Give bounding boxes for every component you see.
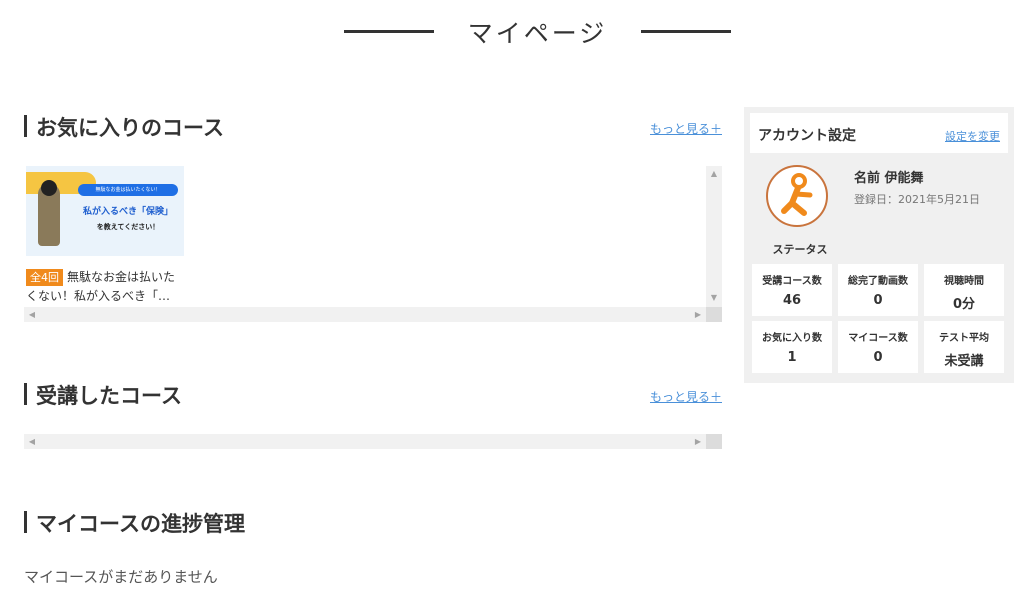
status-label: ステータス (772, 243, 828, 256)
progress-title: マイコースの進捗管理 (36, 512, 245, 536)
stat-label: マイコース数 (848, 333, 908, 344)
profile-block: ステータス 名前 伊能舞 登録日：2021年5月21日 (750, 153, 1008, 257)
section-marker (24, 115, 27, 137)
stat-label: テスト平均 (939, 333, 989, 344)
registration-date: 登録日：2021年5月21日 (854, 193, 980, 206)
course-card[interactable]: 無駄なお金は払いたくない！ 私が入るべき「保険」 を教えてください！ 全4回 無駄… (26, 166, 184, 306)
header-decoration-left (344, 30, 434, 33)
section-marker (24, 511, 27, 533)
favorites-header: お気に入りのコース もっと見る＋ (24, 112, 722, 142)
taken-scroll-area[interactable]: ◀ ▶ (24, 434, 722, 449)
stat-value: 1 (787, 350, 797, 365)
thumbnail-caption-pill: 無駄なお金は払いたくない！ (78, 184, 178, 196)
scrollbar-corner (706, 307, 722, 322)
scroll-left-arrow-icon[interactable]: ◀ (24, 434, 40, 449)
stat-favorites: お気に入り数 1 (752, 321, 832, 373)
horizontal-scrollbar[interactable]: ◀ ▶ (24, 434, 706, 449)
page-title: マイページ (467, 19, 608, 48)
scroll-left-arrow-icon[interactable]: ◀ (24, 307, 40, 322)
scroll-down-arrow-icon[interactable]: ▼ (706, 290, 722, 305)
section-marker (24, 383, 27, 405)
favorites-more-link[interactable]: もっと見る＋ (650, 120, 722, 137)
progress-header: マイコースの進捗管理 (24, 508, 722, 538)
account-panel-header: アカウント設定 設定を変更 (750, 113, 1008, 153)
taken-more-link[interactable]: もっと見る＋ (650, 388, 722, 405)
scroll-up-arrow-icon[interactable]: ▲ (706, 166, 722, 181)
stat-my-courses: マイコース数 0 (838, 321, 918, 373)
account-panel: アカウント設定 設定を変更 ステータス 名前 伊能舞 登録日：2021年5月21… (744, 107, 1014, 383)
horizontal-scrollbar[interactable]: ◀ ▶ (24, 307, 706, 322)
stat-enrolled-courses: 受講コース数 46 (752, 264, 832, 316)
header-decoration-right (641, 30, 731, 33)
stat-label: お気に入り数 (762, 333, 822, 344)
thumbnail-person-head (41, 180, 57, 196)
stat-watch-time: 視聴時間 0分 (924, 264, 1004, 316)
stat-value: 0分 (952, 297, 976, 312)
course-card-text: 全4回 無駄なお金は払いたくない！私が入るべき「… (26, 268, 186, 306)
stat-test-average: テスト平均 未受講 (924, 321, 1004, 373)
scroll-right-arrow-icon[interactable]: ▶ (690, 307, 706, 322)
user-name: 名前 伊能舞 (854, 171, 924, 186)
avatar (766, 165, 828, 227)
stat-value: 0 (873, 293, 883, 308)
page-header: マイページ (0, 0, 1024, 60)
account-title: アカウント設定 (758, 128, 856, 144)
scrollbar-corner (706, 434, 722, 449)
running-person-icon (781, 173, 813, 216)
thumbnail-headline: 私が入るべき「保険」 (82, 207, 173, 217)
stat-value: 未受講 (944, 354, 984, 369)
stat-label: 総完了動画数 (848, 276, 908, 287)
scroll-right-arrow-icon[interactable]: ▶ (690, 434, 706, 449)
taken-title: 受講したコース (36, 384, 182, 408)
favorites-scroll-area[interactable]: 無駄なお金は払いたくない！ 私が入るべき「保険」 を教えてください！ 全4回 無駄… (24, 166, 722, 322)
stat-value: 46 (782, 293, 802, 308)
progress-empty-message: マイコースがまだありません (24, 568, 218, 586)
thumbnail-subline: を教えてください！ (96, 223, 160, 231)
taken-header: 受講したコース もっと見る＋ (24, 380, 722, 410)
lesson-count-badge: 全4回 (26, 269, 63, 286)
change-settings-link[interactable]: 設定を変更 (945, 128, 1000, 144)
stat-completed-videos: 総完了動画数 0 (838, 264, 918, 316)
stat-label: 視聴時間 (944, 276, 984, 287)
course-thumbnail[interactable]: 無駄なお金は払いたくない！ 私が入るべき「保険」 を教えてください！ (26, 166, 184, 256)
stat-label: 受講コース数 (762, 276, 822, 287)
favorites-title: お気に入りのコース (36, 116, 224, 140)
vertical-scrollbar[interactable]: ▲ ▼ (706, 166, 722, 307)
stat-value: 0 (873, 350, 883, 365)
